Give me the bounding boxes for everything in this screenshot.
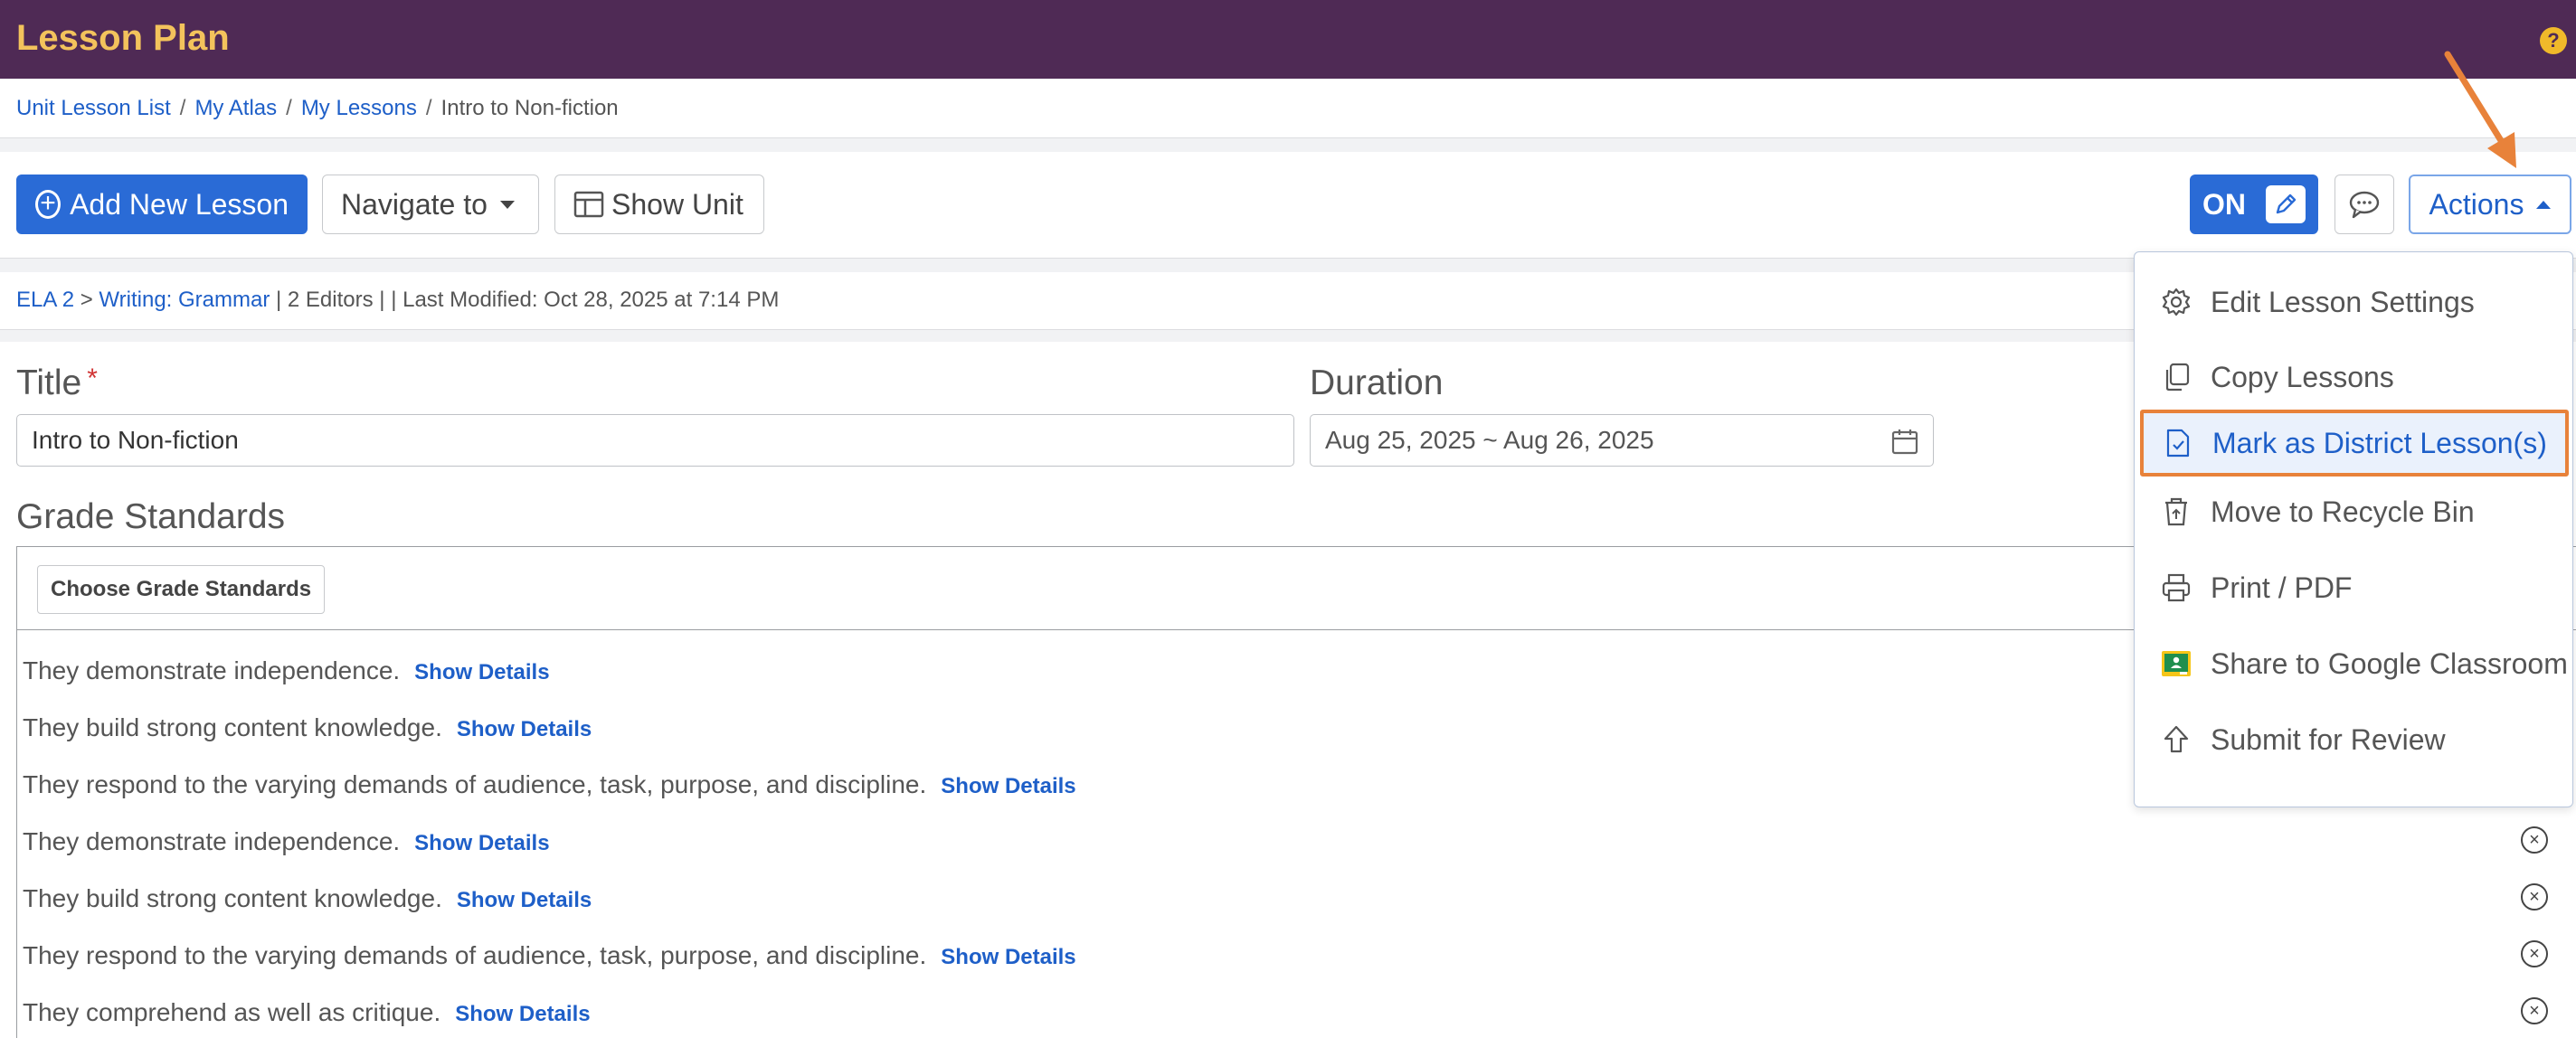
breadcrumb: Unit Lesson List / My Atlas / My Lessons / Int… [16,96,619,121]
document-check-icon [2156,428,2200,458]
breadcrumb-my-lessons[interactable]: My Lessons [301,96,417,120]
standard-row: They demonstrate independence. Show Detai… [23,656,550,685]
pencil-icon [2266,185,2306,223]
google-classroom-icon [2155,650,2198,677]
caret-up-icon [2536,200,2552,209]
actions-dropdown-button[interactable]: Actions [2409,175,2571,234]
recycle-bin-icon [2155,496,2198,527]
caret-down-icon [499,200,515,209]
topic-link[interactable]: Writing: Grammar [99,288,270,312]
lesson-meta: ELA 2 > Writing: Grammar | 2 Editors | |… [16,288,779,313]
show-details-link[interactable]: Show Details [414,831,549,856]
title-label: Title * [16,363,98,403]
standard-text: They respond to the varying demands of a… [23,770,927,798]
breadcrumb-separator: / [179,96,186,120]
gear-icon [2155,287,2198,317]
show-details-link[interactable]: Show Details [457,888,592,913]
printer-icon [2155,572,2198,603]
menu-item-label: Submit for Review [2211,722,2446,756]
menu-item-label: Edit Lesson Settings [2211,285,2475,318]
menu-item-mark-as-district-lesson[interactable]: Mark as District Lesson(s) [2140,410,2569,477]
toggle-label: ON [2202,187,2246,221]
menu-item-label: Mark as District Lesson(s) [2212,426,2547,459]
standard-text: They build strong content knowledge. [23,713,442,741]
annotation-arrow-icon [2444,51,2516,168]
meta-arrow: > [80,288,93,312]
standard-text: They respond to the varying demands of a… [23,941,927,969]
menu-item-move-to-recycle-bin[interactable]: Move to Recycle Bin [2135,478,2572,545]
show-details-link[interactable]: Show Details [414,660,549,685]
duration-input[interactable]: Aug 25, 2025 ~ Aug 26, 2025 [1310,414,1934,467]
remove-standard-icon[interactable]: × [2521,940,2548,967]
breadcrumb-current: Intro to Non-fiction [440,96,619,120]
menu-item-print-pdf[interactable]: Print / PDF [2135,554,2572,621]
actions-menu: Edit Lesson Settings Copy Lessons Mark a… [2134,251,2573,807]
layout-icon [573,191,604,218]
add-new-lesson-label: Add New Lesson [70,187,289,221]
actions-label: Actions [2429,187,2524,221]
standard-text: They demonstrate independence. [23,656,401,684]
menu-item-edit-lesson-settings[interactable]: Edit Lesson Settings [2135,269,2572,335]
menu-item-label: Move to Recycle Bin [2211,495,2475,528]
show-details-link[interactable]: Show Details [941,774,1075,799]
required-mark: * [87,363,98,393]
standard-row: They comprehend as well as critique. Show… [23,998,591,1027]
remove-standard-icon[interactable]: × [2521,997,2548,1024]
breadcrumb-separator: / [425,96,432,120]
page-title: Lesson Plan [16,18,230,58]
standard-text: They build strong content knowledge. [23,884,442,912]
breadcrumb-my-atlas[interactable]: My Atlas [194,96,277,120]
menu-item-copy-lessons[interactable]: Copy Lessons [2135,344,2572,410]
show-unit-button[interactable]: Show Unit [554,175,764,234]
divider [0,137,2576,152]
standard-row: They build strong content knowledge. Show… [23,713,592,742]
comment-icon [2349,191,2380,219]
copy-icon [2155,362,2198,392]
remove-standard-icon[interactable]: × [2521,826,2548,854]
breadcrumb-separator: / [286,96,292,120]
menu-item-share-google-classroom[interactable]: Share to Google Classroom [2135,630,2572,697]
title-label-text: Title [16,363,82,402]
navigate-to-label: Navigate to [341,187,488,221]
standard-row: They respond to the varying demands of a… [23,770,1076,799]
menu-item-label: Share to Google Classroom [2211,646,2568,680]
duration-value: Aug 25, 2025 ~ Aug 26, 2025 [1325,426,1654,454]
choose-grade-standards-button[interactable]: Choose Grade Standards [37,565,326,614]
title-value: Intro to Non-fiction [32,426,239,454]
menu-item-label: Copy Lessons [2211,360,2394,393]
app-header: Lesson Plan ? [0,0,2576,79]
help-icon[interactable]: ? [2540,27,2567,54]
navigate-to-dropdown[interactable]: Navigate to [322,175,539,234]
title-input[interactable]: Intro to Non-fiction [16,414,1294,467]
add-new-lesson-button[interactable]: + Add New Lesson [16,175,308,234]
upload-arrow-icon [2155,724,2198,755]
course-link[interactable]: ELA 2 [16,288,74,312]
remove-standard-icon[interactable]: × [2521,883,2548,911]
show-unit-label: Show Unit [611,187,743,221]
comment-button[interactable] [2334,175,2394,234]
menu-item-submit-for-review[interactable]: Submit for Review [2135,706,2572,773]
standard-text: They comprehend as well as critique. [23,998,441,1026]
calendar-icon[interactable] [1891,428,1918,455]
menu-item-label: Print / PDF [2211,571,2353,604]
plus-circle-icon: + [35,190,62,219]
standard-text: They demonstrate independence. [23,827,401,855]
show-details-link[interactable]: Show Details [455,1002,590,1027]
edit-mode-toggle[interactable]: ON [2190,175,2318,234]
show-details-link[interactable]: Show Details [457,717,592,742]
grade-standards-heading: Grade Standards [16,497,286,536]
duration-label: Duration [1310,363,1444,402]
standard-row: They build strong content knowledge. Show… [23,884,592,913]
standard-row: They demonstrate independence. Show Detai… [23,827,550,856]
standard-row: They respond to the varying demands of a… [23,941,1076,970]
breadcrumb-unit-lesson-list[interactable]: Unit Lesson List [16,96,171,120]
editors-count: | 2 Editors | [276,288,385,312]
last-modified: | Last Modified: Oct 28, 2025 at 7:14 PM [391,288,780,312]
show-details-link[interactable]: Show Details [941,945,1075,970]
